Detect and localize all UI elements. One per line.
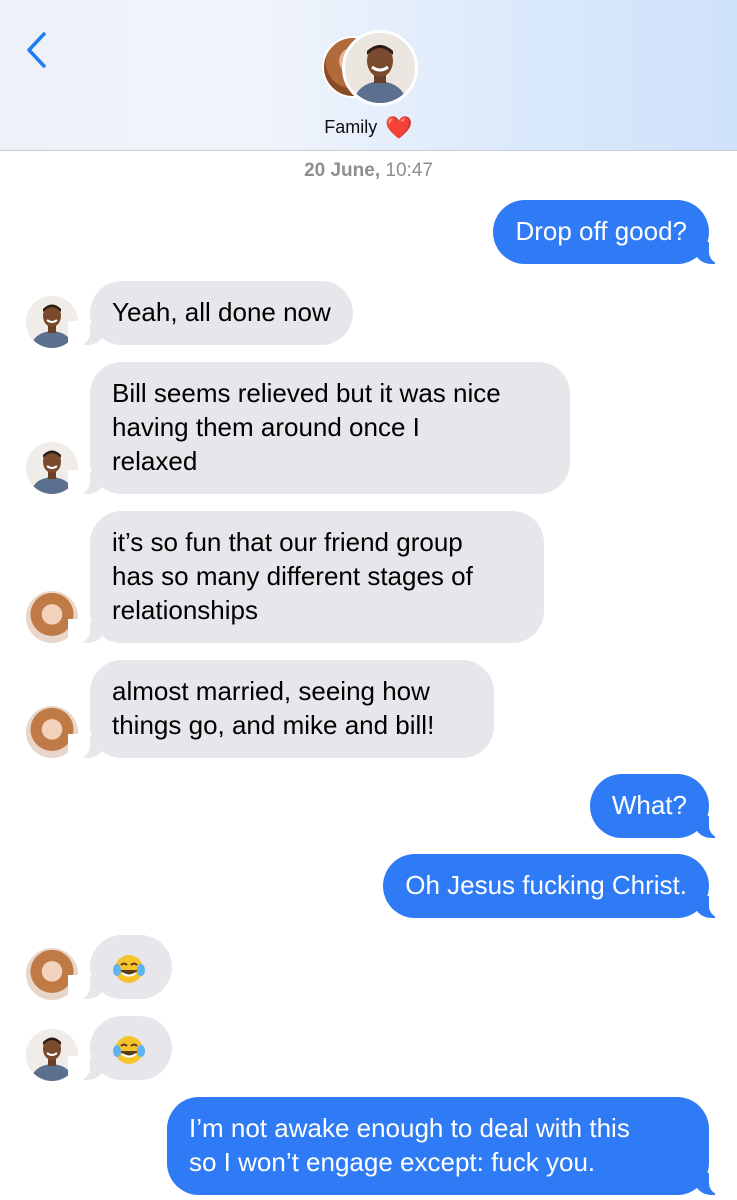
chevron-left-icon [27, 32, 46, 68]
face-with-tears-of-joy-icon [113, 1036, 145, 1065]
conversation-header: Family ❤️ [0, 0, 737, 151]
message-line: so I won’t engage except: fuck you. [189, 1147, 596, 1177]
outgoing-message-bubble[interactable]: What? [589, 774, 732, 838]
message-line: having them around once I [112, 412, 420, 442]
incoming-emoji-bubble[interactable] [68, 1016, 172, 1080]
heart-icon: ❤️ [385, 115, 413, 140]
outgoing-message-bubble[interactable]: Oh Jesus fucking Christ. [383, 854, 731, 918]
message-line: I’m not awake enough to deal with this [189, 1113, 630, 1143]
message-line: Bill seems relieved but it was nice [112, 378, 501, 408]
group-title[interactable]: Family ❤️ [0, 115, 737, 141]
message-text: Drop off good? [515, 216, 687, 246]
message-text: Yeah, all done now [112, 297, 331, 327]
group-name: Family [324, 117, 378, 137]
incoming-emoji-bubble[interactable] [68, 935, 172, 999]
message-line: relationships [112, 595, 258, 625]
group-member-avatar-man [342, 30, 418, 106]
message-timestamp: 20 June, 10:47 [0, 160, 737, 182]
outgoing-message-bubble[interactable]: Drop off good? [493, 200, 731, 264]
message-text: What? [611, 790, 687, 820]
back-button[interactable] [24, 30, 50, 70]
incoming-message-bubble[interactable]: almost married, seeing how things go, an… [68, 660, 494, 758]
outgoing-message-bubble[interactable]: I’m not awake enough to deal with this s… [167, 1097, 731, 1195]
message-line: almost married, seeing how [112, 676, 430, 706]
incoming-message-bubble[interactable]: Yeah, all done now [68, 281, 353, 345]
incoming-message-bubble[interactable]: it’s so fun that our friend group has so… [68, 511, 544, 643]
message-line: things go, and mike and bill! [112, 710, 435, 740]
message-line: relaxed [112, 446, 198, 476]
message-line: it’s so fun that our friend group [112, 527, 463, 557]
incoming-message-bubble[interactable]: Bill seems relieved but it was nice havi… [68, 362, 570, 494]
timestamp-time: 10:47 [385, 160, 433, 181]
group-avatar[interactable] [322, 30, 418, 106]
face-with-tears-of-joy-icon [113, 955, 145, 984]
message-text: Oh Jesus fucking Christ. [405, 870, 687, 900]
message-line: has so many different stages of [112, 561, 473, 591]
timestamp-date: 20 June, [304, 160, 381, 181]
